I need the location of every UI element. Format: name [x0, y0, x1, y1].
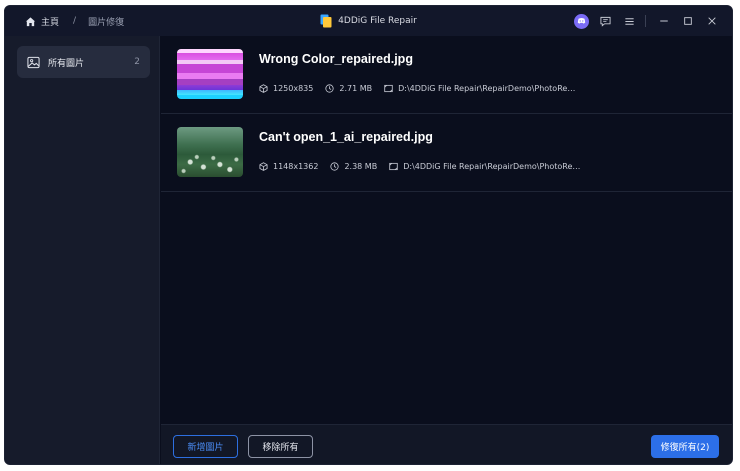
discord-button[interactable] — [571, 11, 591, 31]
file-meta: 1148x1362 2.38 MB D:\4DDiG File Repair\R… — [259, 162, 593, 171]
maximize-icon — [684, 17, 692, 25]
close-button[interactable] — [702, 11, 722, 31]
file-size-text: 2.38 MB — [344, 162, 378, 171]
feedback-icon — [599, 16, 611, 27]
file-thumbnail — [177, 127, 243, 177]
file-row[interactable]: Wrong Color_repaired.jpg 1250x835 2.71 M… — [161, 36, 732, 114]
file-path-text: D:\4DDiG File Repair\RepairDemo\PhotoRep… — [398, 84, 577, 93]
file-dimensions-text: 1250x835 — [273, 84, 314, 93]
file-path: D:\4DDiG File Repair\RepairDemo\PhotoRep… — [384, 84, 576, 93]
file-size: 2.38 MB — [330, 162, 377, 171]
repair-all-button[interactable]: 修復所有(2) — [651, 435, 719, 458]
add-images-button[interactable]: 新增圖片 — [173, 435, 238, 458]
cube-icon — [259, 162, 268, 171]
app-logo-icon — [320, 14, 332, 28]
action-bar: 新增圖片 移除所有 修復所有(2) — [161, 424, 732, 464]
minimize-icon — [660, 20, 668, 22]
cube-icon — [259, 84, 268, 93]
file-size-text: 2.71 MB — [339, 84, 373, 93]
folder-path-icon — [384, 84, 393, 93]
file-dimensions-text: 1148x1362 — [273, 162, 319, 171]
maximize-button[interactable] — [678, 11, 698, 31]
title-bar: 主頁 / 圖片修復 4DDiG File Repair — [5, 6, 732, 36]
file-name: Wrong Color_repaired.jpg — [259, 52, 413, 66]
clock-icon — [330, 162, 340, 171]
clock-icon — [325, 84, 334, 93]
sidebar-item-count: 2 — [134, 57, 140, 67]
file-dimensions: 1148x1362 — [259, 162, 318, 171]
file-meta: 1250x835 2.71 MB D:\4DDiG File Repair\Re… — [259, 84, 588, 93]
file-name: Can't open_1_ai_repaired.jpg — [259, 130, 433, 144]
menu-icon — [624, 17, 634, 25]
discord-icon — [573, 13, 589, 29]
close-icon — [708, 17, 716, 25]
feedback-button[interactable] — [595, 11, 615, 31]
menu-button[interactable] — [619, 11, 639, 31]
file-list: Wrong Color_repaired.jpg 1250x835 2.71 M… — [161, 36, 732, 424]
file-dimensions: 1250x835 — [259, 84, 313, 93]
file-thumbnail — [177, 49, 243, 99]
file-path-text: D:\4DDiG File Repair\RepairDemo\PhotoRep… — [403, 162, 582, 171]
sidebar: 所有圖片 2 — [5, 36, 160, 464]
image-icon — [27, 56, 40, 68]
file-size: 2.71 MB — [325, 84, 372, 93]
controls-divider — [645, 15, 646, 27]
file-row[interactable]: Can't open_1_ai_repaired.jpg 1148x1362 2… — [161, 114, 732, 192]
remove-all-button[interactable]: 移除所有 — [248, 435, 313, 458]
app-window: 主頁 / 圖片修復 4DDiG File Repair 所有圖片 2 Wrong… — [4, 5, 733, 465]
folder-path-icon — [389, 162, 398, 171]
window-controls — [567, 6, 722, 36]
file-path: D:\4DDiG File Repair\RepairDemo\PhotoRep… — [389, 162, 581, 171]
minimize-button[interactable] — [654, 11, 674, 31]
sidebar-item-all-images[interactable]: 所有圖片 2 — [17, 46, 150, 78]
app-title-text: 4DDiG File Repair — [338, 16, 417, 26]
sidebar-item-label: 所有圖片 — [48, 58, 85, 69]
